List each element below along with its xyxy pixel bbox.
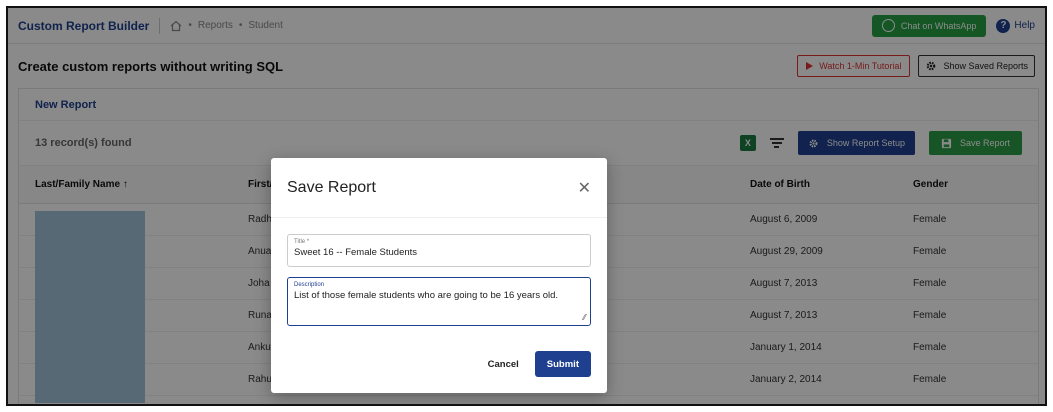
description-field[interactable]: Description List of those female student… bbox=[287, 277, 591, 326]
description-field-value[interactable]: List of those female students who are go… bbox=[294, 290, 584, 301]
resize-handle-icon[interactable]: ⁄⁄ bbox=[583, 313, 586, 322]
save-report-dialog: Save Report ✕ Title * Sweet 16 -- Female… bbox=[271, 158, 607, 393]
title-field[interactable]: Title * Sweet 16 -- Female Students bbox=[287, 234, 591, 267]
cancel-button[interactable]: Cancel bbox=[488, 359, 519, 370]
dialog-actions: Cancel Submit bbox=[488, 351, 591, 377]
dialog-title: Save Report bbox=[287, 178, 376, 196]
title-field-value[interactable]: Sweet 16 -- Female Students bbox=[294, 247, 584, 258]
description-field-label: Description bbox=[294, 282, 325, 288]
submit-button[interactable]: Submit bbox=[534, 351, 591, 377]
app-frame: Custom Report Builder • Reports • Studen… bbox=[6, 6, 1047, 406]
dialog-header: Save Report ✕ bbox=[271, 158, 607, 218]
title-field-label: Title * bbox=[294, 239, 310, 245]
close-icon[interactable]: ✕ bbox=[578, 178, 591, 198]
